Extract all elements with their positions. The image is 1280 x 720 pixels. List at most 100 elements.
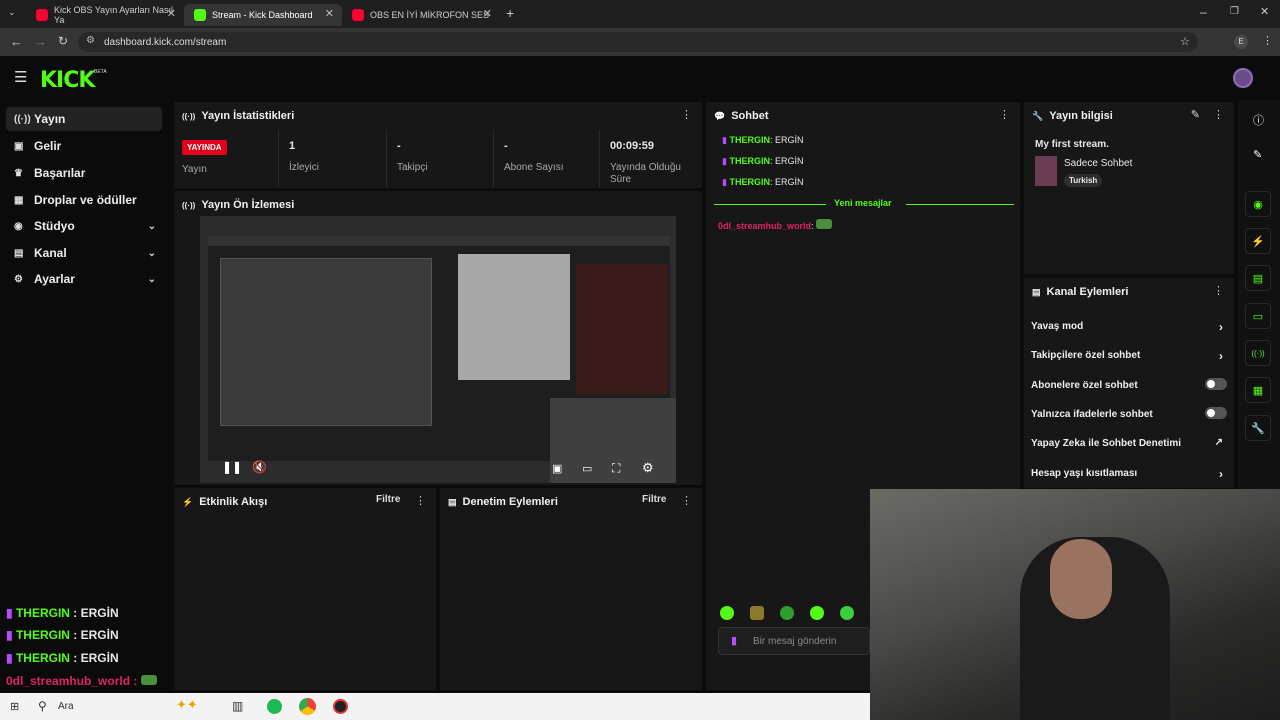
- emote-icon[interactable]: [810, 606, 824, 620]
- more-options-icon[interactable]: ⋮: [1213, 108, 1224, 121]
- more-options-icon[interactable]: ⋮: [415, 494, 426, 507]
- more-options-icon[interactable]: ⋮: [1213, 284, 1224, 297]
- channel-icon: ▤: [1032, 286, 1041, 297]
- rail-lightning-button[interactable]: ⚡: [1245, 228, 1271, 254]
- language-tag[interactable]: Turkish: [1064, 174, 1103, 187]
- mic-badge-icon: ▮: [722, 177, 727, 187]
- video-frame-thumbnails: [576, 264, 668, 394]
- chevron-down-icon[interactable]: ⌄: [148, 248, 156, 259]
- action-slow-mode[interactable]: Yavaş mod ›: [1031, 320, 1231, 334]
- close-icon[interactable]: ✕: [483, 7, 492, 20]
- tab-search-icon[interactable]: ⌄: [8, 7, 16, 18]
- sidebar-item-kanal[interactable]: ▤ Kanal ⌄: [6, 241, 162, 265]
- sidebar-item-gelir[interactable]: ▣ Gelir: [6, 134, 162, 158]
- sidebar-item-yayin[interactable]: ((·)) Yayın: [6, 107, 162, 131]
- window-close-button[interactable]: ✕: [1260, 5, 1269, 18]
- more-options-icon[interactable]: ⋮: [999, 108, 1010, 121]
- more-options-icon[interactable]: ⋮: [681, 108, 692, 121]
- action-followers-only[interactable]: Takipçilere özel sohbet ›: [1031, 349, 1231, 363]
- sidebar-item-studyo[interactable]: ◉ Stüdyo ⌄: [6, 214, 162, 238]
- user-avatar[interactable]: [1233, 68, 1253, 88]
- wallet-icon: ▣: [14, 140, 24, 152]
- chat-message: ▮ THERGIN: ERGİN: [722, 156, 804, 166]
- tab-obs-mikrofon[interactable]: OBS EN İYİ MİKROFON SES ✕: [342, 4, 500, 26]
- bookmark-star-icon[interactable]: ☆: [1180, 35, 1190, 48]
- chrome-icon[interactable]: [299, 698, 316, 715]
- mic-badge-icon: ▮: [722, 135, 727, 145]
- kick-header: ☰ KICK BETA: [0, 56, 1280, 100]
- emote-icon[interactable]: [750, 606, 764, 620]
- profile-avatar[interactable]: E: [1234, 35, 1248, 49]
- studio-icon: ◉: [14, 220, 23, 232]
- rail-chat-button[interactable]: ▭: [1245, 303, 1271, 329]
- sidebar-item-droplar[interactable]: ▦ Droplar ve ödüller: [6, 188, 162, 212]
- restore-button[interactable]: ❐: [1230, 6, 1239, 17]
- mute-icon[interactable]: 🔇: [252, 460, 267, 474]
- chat-input[interactable]: ▮ Bir mesaj gönderin: [718, 627, 870, 655]
- reload-button[interactable]: ↻: [58, 34, 68, 48]
- sidebar-item-ayarlar[interactable]: ⚙ Ayarlar ⌄: [6, 267, 162, 291]
- address-bar-row: ← → ↻ ⚙ dashboard.kick.com/stream ☆ E ⋮: [0, 28, 1280, 56]
- chevron-down-icon[interactable]: ⌄: [148, 274, 156, 285]
- rail-broadcast-button[interactable]: ((·)): [1245, 340, 1271, 366]
- filter-button[interactable]: Filtre: [376, 494, 400, 505]
- tab-kick-obs[interactable]: Kick OBS Yayın Ayarları Nasıl Ya ✕: [26, 4, 184, 26]
- menu-icon[interactable]: ⋮: [1262, 34, 1273, 47]
- rail-wrench-button[interactable]: 🔧: [1245, 415, 1271, 441]
- filter-button[interactable]: Filtre: [642, 494, 666, 505]
- minimize-button[interactable]: –: [1200, 5, 1207, 19]
- site-info-icon[interactable]: ⚙: [86, 35, 95, 46]
- back-button[interactable]: ←: [10, 34, 23, 49]
- live-status-badge: YAYINDA: [182, 140, 227, 155]
- action-account-age[interactable]: Hesap yaşı kısıtlaması ›: [1031, 467, 1231, 481]
- chat-icon: 💬: [714, 110, 726, 121]
- taskbar-search-label[interactable]: Ara: [58, 701, 74, 712]
- video-player[interactable]: ❚❚ 🔇 ▣ ▭ ⛶ ⚙: [200, 216, 676, 483]
- wrench-icon: 🔧: [1251, 422, 1265, 435]
- dashboard-sidebar: ((·)) Yayın ▣ Gelir ♛ Başarılar ▦ Dropla…: [0, 100, 170, 690]
- emotes-only-toggle[interactable]: [1205, 407, 1227, 419]
- camera-icon: ◉: [1253, 198, 1263, 211]
- subscribers-only-toggle[interactable]: [1205, 378, 1227, 390]
- external-link-icon: ↗: [1214, 437, 1223, 448]
- close-icon[interactable]: ✕: [167, 7, 176, 20]
- rail-document-button[interactable]: ▤: [1245, 265, 1271, 291]
- rail-camera-button[interactable]: ◉: [1245, 191, 1271, 217]
- spotify-icon[interactable]: [267, 699, 282, 714]
- fullscreen-icon[interactable]: ⛶: [612, 461, 620, 476]
- search-icon[interactable]: ⚲: [38, 699, 47, 713]
- new-tab-button[interactable]: +: [506, 5, 514, 21]
- pause-icon[interactable]: ❚❚: [222, 460, 242, 474]
- forward-button[interactable]: →: [34, 34, 47, 49]
- hamburger-menu-icon[interactable]: ☰: [14, 68, 27, 86]
- stat-followers: - Takipçi: [386, 130, 486, 188]
- settings-icon[interactable]: ⚙: [642, 460, 654, 476]
- emote-icon[interactable]: [780, 606, 794, 620]
- more-options-icon[interactable]: ⋮: [681, 494, 692, 507]
- webcam-overlay: [870, 489, 1280, 720]
- edit-icon[interactable]: ✎: [1191, 108, 1200, 121]
- obs-icon[interactable]: [333, 699, 348, 714]
- chevron-down-icon[interactable]: ⌄: [148, 221, 156, 232]
- mic-badge-icon: ▮: [6, 606, 13, 620]
- panel-title: Yayın bilgisi: [1049, 110, 1113, 122]
- info-icon[interactable]: ⓘ: [1253, 112, 1264, 128]
- url-field[interactable]: ⚙ dashboard.kick.com/stream ☆: [78, 32, 1198, 52]
- task-view-icon[interactable]: ▥: [232, 699, 243, 713]
- rail-layout-button[interactable]: ▦: [1245, 377, 1271, 403]
- chat-message: ▮ THERGIN: ERGİN: [722, 177, 804, 187]
- action-ai-moderation[interactable]: Yapay Zeka ile Sohbet Denetimi ↗: [1031, 437, 1231, 449]
- sidebar-item-basarilar[interactable]: ♛ Başarılar: [6, 161, 162, 185]
- pip-icon[interactable]: ▣: [552, 462, 562, 475]
- status-label: Yayın: [182, 164, 207, 175]
- windows-start-icon[interactable]: ⊞: [10, 700, 19, 713]
- close-icon[interactable]: ✕: [325, 7, 334, 20]
- edit-icon[interactable]: ✎: [1253, 148, 1262, 161]
- emote-icon[interactable]: [840, 606, 854, 620]
- category-name[interactable]: Sadece Sohbet: [1064, 158, 1132, 169]
- tab-kick-dashboard[interactable]: Stream - Kick Dashboard ✕: [184, 4, 342, 26]
- emote-icon[interactable]: [720, 606, 734, 620]
- theater-mode-icon[interactable]: ▭: [582, 462, 592, 475]
- sparkle-icon: ✦✦: [176, 697, 198, 712]
- kick-logo[interactable]: KICK: [40, 68, 95, 93]
